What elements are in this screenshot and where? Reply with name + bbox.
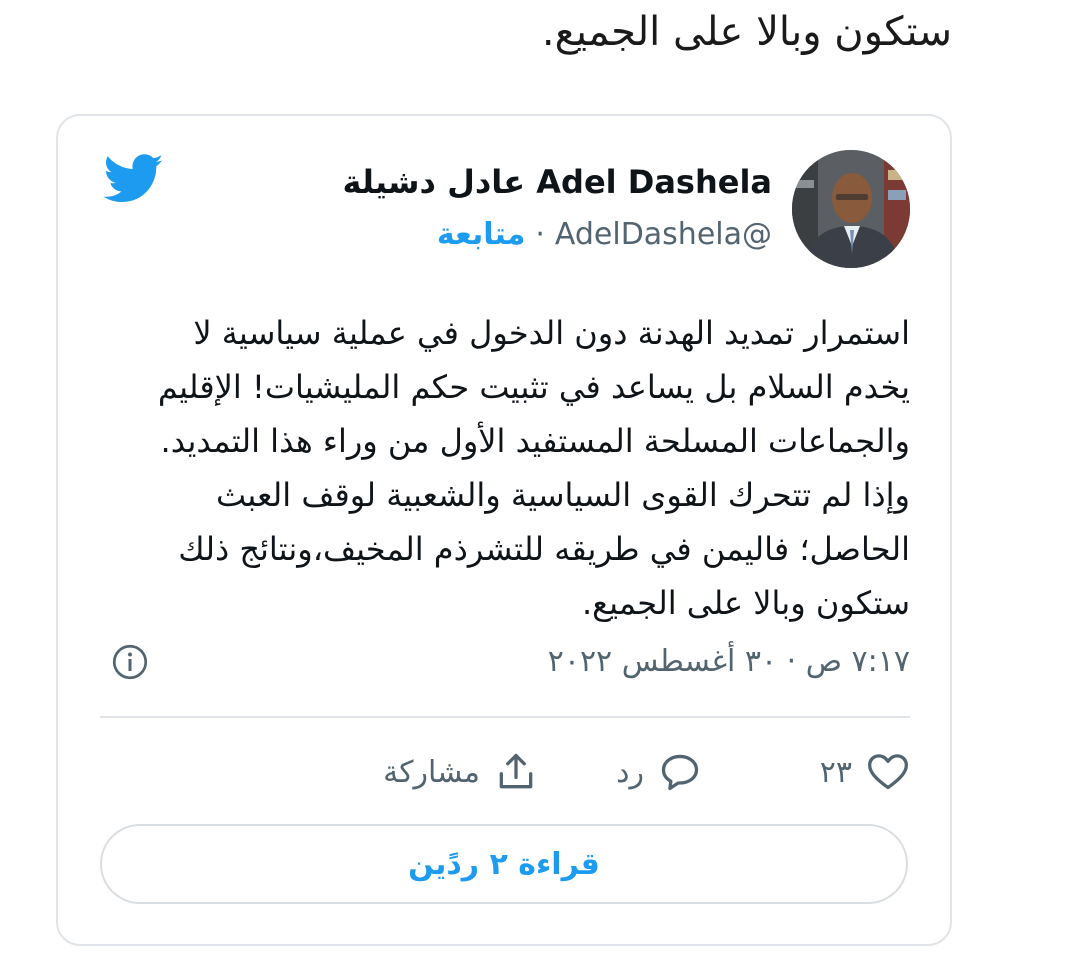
info-icon[interactable]: [112, 644, 148, 680]
reply-button[interactable]: رد: [616, 748, 702, 796]
tweet-text-line: وإذا لم تتحرك القوى السياسية والشعبية لو…: [215, 476, 910, 514]
reply-label: رد: [616, 754, 644, 790]
author-display-name[interactable]: Adel Dashela عادل دشيلة: [343, 160, 773, 204]
previous-paragraph-text: ستكون وبالا على الجميع.: [541, 9, 952, 55]
share-label: مشاركة: [383, 754, 480, 790]
tweet-text-line: استمرار تمديد الهدنة دون الدخول في عملية…: [193, 314, 910, 352]
avatar-photo: [792, 150, 910, 268]
page: ستكون وبالا على الجميع. Adel Dashela عاد…: [0, 0, 1080, 975]
author-handle[interactable]: @AdelDashela: [555, 217, 772, 252]
twitter-bird-icon[interactable]: [104, 154, 164, 204]
avatar[interactable]: [792, 150, 910, 268]
read-replies-button[interactable]: قراءة ٢ ردًين: [100, 824, 908, 904]
tweet-text-line: الحاصل؛ فاليمن في طريقه للتشرذم المخيف،و…: [178, 530, 910, 568]
tweet-timestamp[interactable]: ٧:١٧ ص · ٣٠ أغسطس ٢٠٢٢: [548, 640, 910, 684]
follow-link[interactable]: متابعة: [437, 217, 525, 252]
tweet-text: استمرار تمديد الهدنة دون الدخول في عملية…: [110, 306, 910, 630]
like-count: ٢٣: [819, 754, 852, 790]
share-upload-icon: [499, 753, 533, 789]
like-button[interactable]: ٢٣: [820, 748, 910, 796]
tweet-actions: ٢٣ رد مشاركة: [358, 748, 910, 796]
share-button[interactable]: مشاركة: [383, 748, 538, 796]
tweet-text-line: والجماعات المسلحة المستفيد الأول من وراء…: [160, 422, 910, 460]
heart-icon: [868, 754, 908, 790]
tweet-text-line: ستكون وبالا على الجميع.: [581, 584, 910, 622]
speech-bubble-icon: [661, 754, 699, 791]
tweet-text-line: يخدم السلام بل يساعد في تثبيت حكم المليش…: [157, 368, 910, 406]
author-handle-row: @AdelDashela · متابعة: [437, 214, 772, 256]
divider: [100, 716, 910, 718]
embedded-tweet-card[interactable]: Adel Dashela عادل دشيلة @AdelDashela · متا…: [56, 114, 952, 946]
separator-dot: ·: [535, 217, 545, 252]
